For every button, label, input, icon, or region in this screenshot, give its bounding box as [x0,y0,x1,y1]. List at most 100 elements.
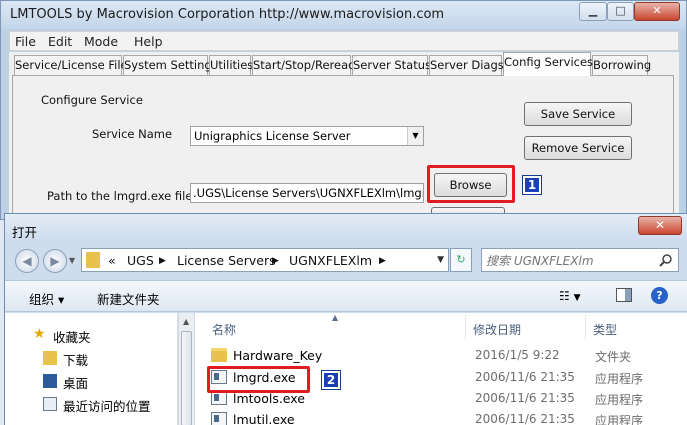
maximize-icon: □ [615,4,626,17]
view-list-icon: ☷ [559,289,570,303]
star-icon: ★ [33,326,46,342]
exe-file-icon [211,391,227,405]
file-name: lmutil.exe [233,412,295,425]
search-input[interactable] [486,252,656,270]
organize-button[interactable]: 组织 ▾ [29,289,64,308]
file-row[interactable]: Hardware_Key 2016/1/5 9:22 文件夹 [207,345,677,366]
arrow-right-icon: ▶ [50,254,60,268]
breadcrumb-chevron-icon[interactable]: ▶ [272,256,279,266]
preview-pane-icon[interactable] [616,288,632,302]
minimize-icon: ▁ [588,4,598,17]
menu-help[interactable]: Help [134,34,163,49]
lmtools-client: Service/License File System Settings Uti… [9,52,679,220]
file-type: 应用程序 [595,393,644,407]
file-type: 应用程序 [595,414,644,425]
recent-locations-dropdown-icon[interactable]: ▼ [69,256,75,265]
tab-server-diags[interactable]: Server Diags [429,55,504,75]
file-date: 2006/11/6 21:35 [475,412,575,425]
config-services-panel: Configure Service Service Name Unigraphi… [12,75,674,220]
menu-mode[interactable]: Mode [84,34,118,49]
minimize-button[interactable]: ▁ [579,2,607,21]
arrow-left-icon: ◀ [22,254,32,268]
breadcrumb-chevron-icon[interactable]: ▶ [159,256,166,266]
scroll-up-icon[interactable]: ▲ [183,317,189,326]
breadcrumb-chevron-icon[interactable]: ▶ [379,256,386,266]
nav-item-favorites[interactable]: 收藏夹 [53,327,91,346]
tab-borrowing[interactable]: Borrowing [592,55,651,75]
nav-item-desktop[interactable]: 桌面 [63,373,88,392]
service-name-combo[interactable]: Unigraphics License Server ▼ [190,126,424,146]
highlight-box-2 [207,366,310,393]
search-box[interactable] [481,248,679,272]
recent-places-icon [43,397,57,411]
address-dropdown-icon[interactable]: ▼ [437,255,444,265]
view-options-button[interactable]: ☷ ▼ [559,289,581,303]
tab-start-stop-reread[interactable]: Start/Stop/Reread [252,55,355,75]
folder-icon [86,252,100,268]
new-folder-button[interactable]: 新建文件夹 [97,289,160,308]
breadcrumb-ugnxflexlm[interactable]: UGNXFLEXlm [289,253,372,268]
refresh-button[interactable]: ↻ [450,248,472,272]
maximize-button[interactable]: □ [607,2,634,21]
open-file-dialog: 打开 ✕ ◀ ▶ ▼ « UGS ▶ License Servers ▶ UGN… [4,213,687,425]
lmtools-window: LMTOOLS by Macrovision Corporation http:… [0,0,687,220]
tab-config-services[interactable]: Config Services [503,52,593,76]
menu-bar: File Edit Mode Help [9,31,679,51]
chevron-down-icon: ▼ [573,293,581,303]
close-button[interactable]: ✕ [634,2,680,21]
navigation-scrollbar[interactable]: ▲ [178,313,194,425]
column-header-name[interactable]: 名称 [212,321,236,338]
file-date: 2006/11/6 21:35 [475,391,575,405]
highlight-box-1 [427,165,515,203]
navigation-row: ◀ ▶ ▼ « UGS ▶ License Servers ▶ UGNXFLEX… [5,246,687,276]
dialog-close-button[interactable]: ✕ [638,216,682,235]
breadcrumb-ugs[interactable]: UGS [127,253,154,268]
refresh-icon: ↻ [456,253,466,266]
step-badge-2: 2 [321,370,341,390]
nav-item-recent-places[interactable]: 最近访问的位置 [63,396,151,415]
help-icon[interactable]: ? [651,287,668,304]
exe-file-icon [211,412,227,425]
tab-server-status[interactable]: Server Status [352,55,431,75]
window-title: LMTOOLS by Macrovision Corporation http:… [10,7,445,22]
dialog-title: 打开 [12,225,38,240]
remove-service-button[interactable]: Remove Service [524,136,632,160]
close-icon: ✕ [654,218,666,232]
breadcrumb-overflow[interactable]: « [108,253,116,268]
column-divider[interactable] [465,315,466,339]
tab-utilities[interactable]: Utilities [209,55,253,75]
configure-service-label: Configure Service [41,93,143,107]
nav-item-downloads[interactable]: 下载 [63,350,88,369]
file-date: 2006/11/6 21:35 [475,370,575,384]
menu-edit[interactable]: Edit [48,34,72,49]
file-date: 2016/1/5 9:22 [475,348,560,362]
search-icon [659,254,672,267]
file-row[interactable]: lmutil.exe 2006/11/6 21:35 应用程序 [207,409,677,425]
column-header-type[interactable]: 类型 [593,321,617,338]
lmgrd-path-field[interactable]: .UGS\License Servers\UGNXFLEXlm\lmgrd.ex… [190,183,424,203]
menu-file[interactable]: File [15,34,36,49]
downloads-folder-icon [43,351,57,365]
chevron-down-icon[interactable]: ▼ [407,127,423,145]
dialog-titlebar[interactable]: 打开 ✕ [5,214,687,244]
path-label: Path to the lmgrd.exe file [47,189,193,203]
desktop-icon [43,374,57,388]
sort-ascending-icon: ▲ [332,313,339,322]
lmtools-titlebar[interactable]: LMTOOLS by Macrovision Corporation http:… [1,1,686,29]
folder-icon [211,348,227,362]
dialog-toolbar: 组织 ▾ 新建文件夹 ☷ ▼ ? [5,280,687,312]
service-name-value: Unigraphics License Server [194,129,351,143]
file-name: Hardware_Key [233,348,323,363]
scrollbar-thumb[interactable] [181,331,192,425]
tab-system-settings[interactable]: System Settings [123,55,218,75]
forward-button[interactable]: ▶ [43,249,67,273]
tab-service-license-file[interactable]: Service/License File [14,55,128,75]
service-name-label: Service Name [92,127,173,141]
step-badge-1: 1 [522,175,542,195]
breadcrumb-license-servers[interactable]: License Servers [177,253,276,268]
address-bar[interactable]: « UGS ▶ License Servers ▶ UGNXFLEXlm ▶ ▼ [81,248,449,272]
column-header-date[interactable]: 修改日期 [473,321,521,338]
save-service-button[interactable]: Save Service [524,102,632,126]
column-divider[interactable] [585,315,586,339]
back-button[interactable]: ◀ [15,249,39,273]
